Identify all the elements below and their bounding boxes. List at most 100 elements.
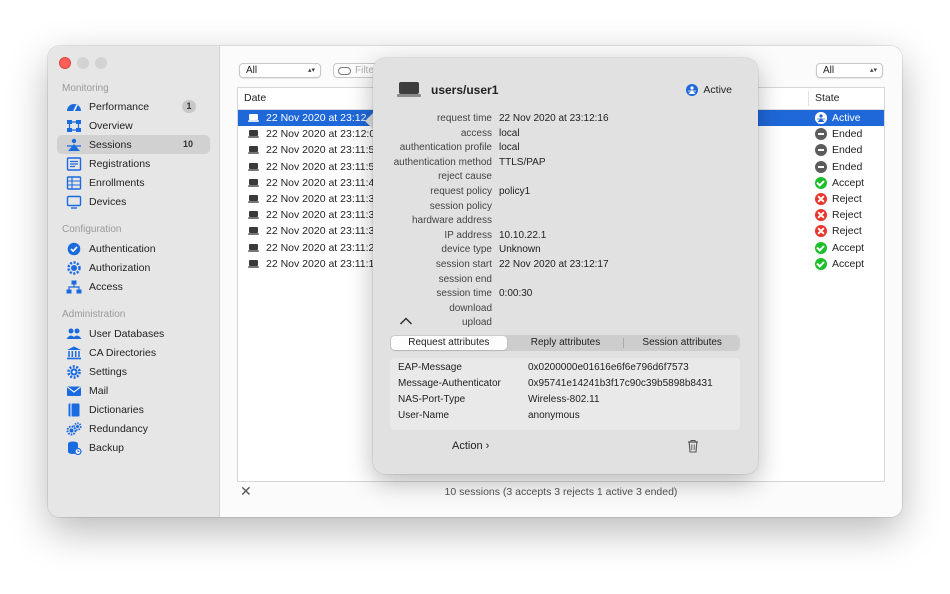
tab-request-attributes[interactable]: Request attributes (391, 336, 507, 350)
row-date-cell: 22 Nov 2020 at 23:11:4 (248, 175, 374, 191)
attribute-value: Wireless-802.11 (528, 394, 600, 405)
detail-key: access (460, 127, 492, 139)
sidebar-item-enrollments[interactable]: Enrollments (57, 173, 210, 192)
sidebar-item-label: CA Directories (89, 346, 157, 359)
action-menu-button[interactable]: Action › (452, 440, 489, 452)
sidebar-item-label: Authorization (89, 261, 151, 274)
detail-key: upload (461, 317, 492, 329)
filter-placeholder: Filte (355, 65, 374, 76)
row-date-cell: 22 Nov 2020 at 23:11:3 (248, 207, 374, 223)
active-status-icon (815, 112, 827, 124)
row-date-cell: 22 Nov 2020 at 23:12 (248, 110, 366, 126)
row-state-cell: Ended (815, 159, 862, 175)
enrollments-icon (66, 175, 82, 190)
row-date-cell: 22 Nov 2020 at 23:11:3 (248, 223, 374, 239)
column-header-date[interactable]: Date (238, 88, 266, 109)
session-date: 22 Nov 2020 at 23:12:0 (266, 128, 376, 141)
state-filter-popup[interactable]: All ▴▾ (816, 63, 883, 78)
row-date-cell: 22 Nov 2020 at 23:11:5 (248, 159, 374, 175)
session-state: Accept (832, 257, 865, 270)
devices-icon (66, 195, 82, 209)
detail-row: device type Unknown (373, 244, 758, 259)
detail-row: access local (373, 128, 758, 143)
sidebar-item-label: Overview (89, 119, 133, 132)
chevron-up-icon[interactable] (399, 316, 413, 326)
laptop-icon (248, 259, 259, 268)
sidebar-item-dictionaries[interactable]: Dictionaries (57, 400, 210, 419)
close-window-button[interactable] (59, 57, 71, 69)
session-date: 22 Nov 2020 at 23:11:5 (266, 160, 375, 173)
row-date-cell: 22 Nov 2020 at 23:11:1 (248, 256, 374, 272)
laptop-icon (248, 146, 259, 155)
detail-value: 10.10.22.1 (499, 229, 547, 241)
trash-icon[interactable] (686, 439, 700, 453)
active-user-icon (686, 84, 699, 96)
sidebar-item-authentication[interactable]: Authentication (57, 239, 210, 258)
laptop-icon (248, 114, 259, 122)
count-badge: 10 (182, 139, 193, 149)
sidebar-item-performance[interactable]: Performance 1 (57, 97, 210, 116)
sidebar-item-label: Enrollments (89, 176, 145, 189)
network-icon (66, 119, 82, 133)
sidebar-item-label: Backup (89, 441, 125, 454)
sidebar-item-redundancy[interactable]: Redundancy (57, 419, 210, 438)
popup-value: All (823, 65, 835, 76)
session-date: 22 Nov 2020 at 23:11:2 (266, 241, 375, 254)
hierarchy-icon (66, 280, 82, 294)
sidebar-item-label: Sessions (89, 138, 132, 151)
session-date: 22 Nov 2020 at 23:11:1 (266, 257, 375, 270)
sidebar-item-label: User Databases (89, 327, 165, 340)
sidebar-item-mail[interactable]: Mail (57, 381, 210, 400)
sidebar-item-label: Authentication (89, 242, 156, 255)
session-detail-popover: users/user1 Active request time 22 Nov 20… (373, 58, 758, 474)
attribute-name: User-Name (398, 410, 450, 421)
chevron-right-icon: › (485, 440, 490, 452)
attribute-row: Message-Authenticator 0x95741e14241b3f17… (390, 378, 740, 394)
reject-status-icon (815, 193, 827, 205)
detail-row: hardware address (373, 215, 758, 230)
sidebar-item-overview[interactable]: Overview (57, 116, 210, 135)
tab-reply-attributes[interactable]: Reply attributes (508, 335, 624, 351)
filter-icon (338, 67, 351, 75)
count-badge: 1 (182, 100, 196, 113)
sidebar-item-sessions[interactable]: Sessions 10 (57, 135, 210, 154)
sidebar-item-label: Access (89, 280, 123, 293)
session-state: Accept (832, 176, 865, 189)
sidebar-item-authorization[interactable]: Authorization (57, 258, 210, 277)
detail-value: 22 Nov 2020 at 23:12:17 (499, 259, 609, 270)
sidebar-item-backup[interactable]: Backup (57, 438, 210, 457)
sidebar-item-user-databases[interactable]: User Databases (57, 324, 210, 343)
sidebar-item-ca-directories[interactable]: CA Directories (57, 343, 210, 362)
row-state-cell: Reject (815, 223, 862, 239)
laptop-icon (397, 82, 421, 98)
laptop-icon (248, 211, 259, 220)
sidebar-item-settings[interactable]: Settings (57, 362, 210, 381)
sidebar-item-registrations[interactable]: Registrations (57, 154, 210, 173)
minimize-window-button[interactable] (77, 57, 89, 69)
attribute-value: 0x0200000e01616e6f6e796d6f7573 (528, 362, 689, 373)
laptop-icon (248, 130, 259, 139)
section-title-configuration: Configuration (62, 224, 122, 235)
gauge-icon (66, 100, 82, 114)
session-state: Ended (832, 160, 863, 173)
detail-row: IP address 10.10.22.1 (373, 230, 758, 245)
source-filter-popup[interactable]: All ▴▾ (239, 63, 321, 78)
sidebar-item-access[interactable]: Access (57, 277, 210, 296)
detail-row: session policy (373, 201, 758, 216)
detail-key: authentication profile (399, 142, 492, 154)
attributes-segmented-control: Request attributes Reply attributes Sess… (390, 335, 740, 351)
book-icon (66, 403, 82, 417)
detail-key: session policy (429, 200, 492, 212)
sidebar: Monitoring Performance 1 Overview Sessio… (48, 46, 220, 517)
tab-session-attributes[interactable]: Session attributes (624, 335, 740, 351)
laptop-icon (248, 162, 259, 171)
sidebar-item-label: Devices (89, 195, 127, 208)
zoom-window-button[interactable] (95, 57, 107, 69)
sidebar-item-label: Settings (89, 365, 127, 378)
accept-status-icon (815, 176, 827, 189)
status-badge: Active (686, 84, 732, 96)
row-state-cell: Reject (815, 191, 862, 207)
sidebar-item-devices[interactable]: Devices (57, 192, 210, 211)
detail-key: session time (436, 288, 492, 300)
column-header-state[interactable]: State (809, 88, 840, 109)
